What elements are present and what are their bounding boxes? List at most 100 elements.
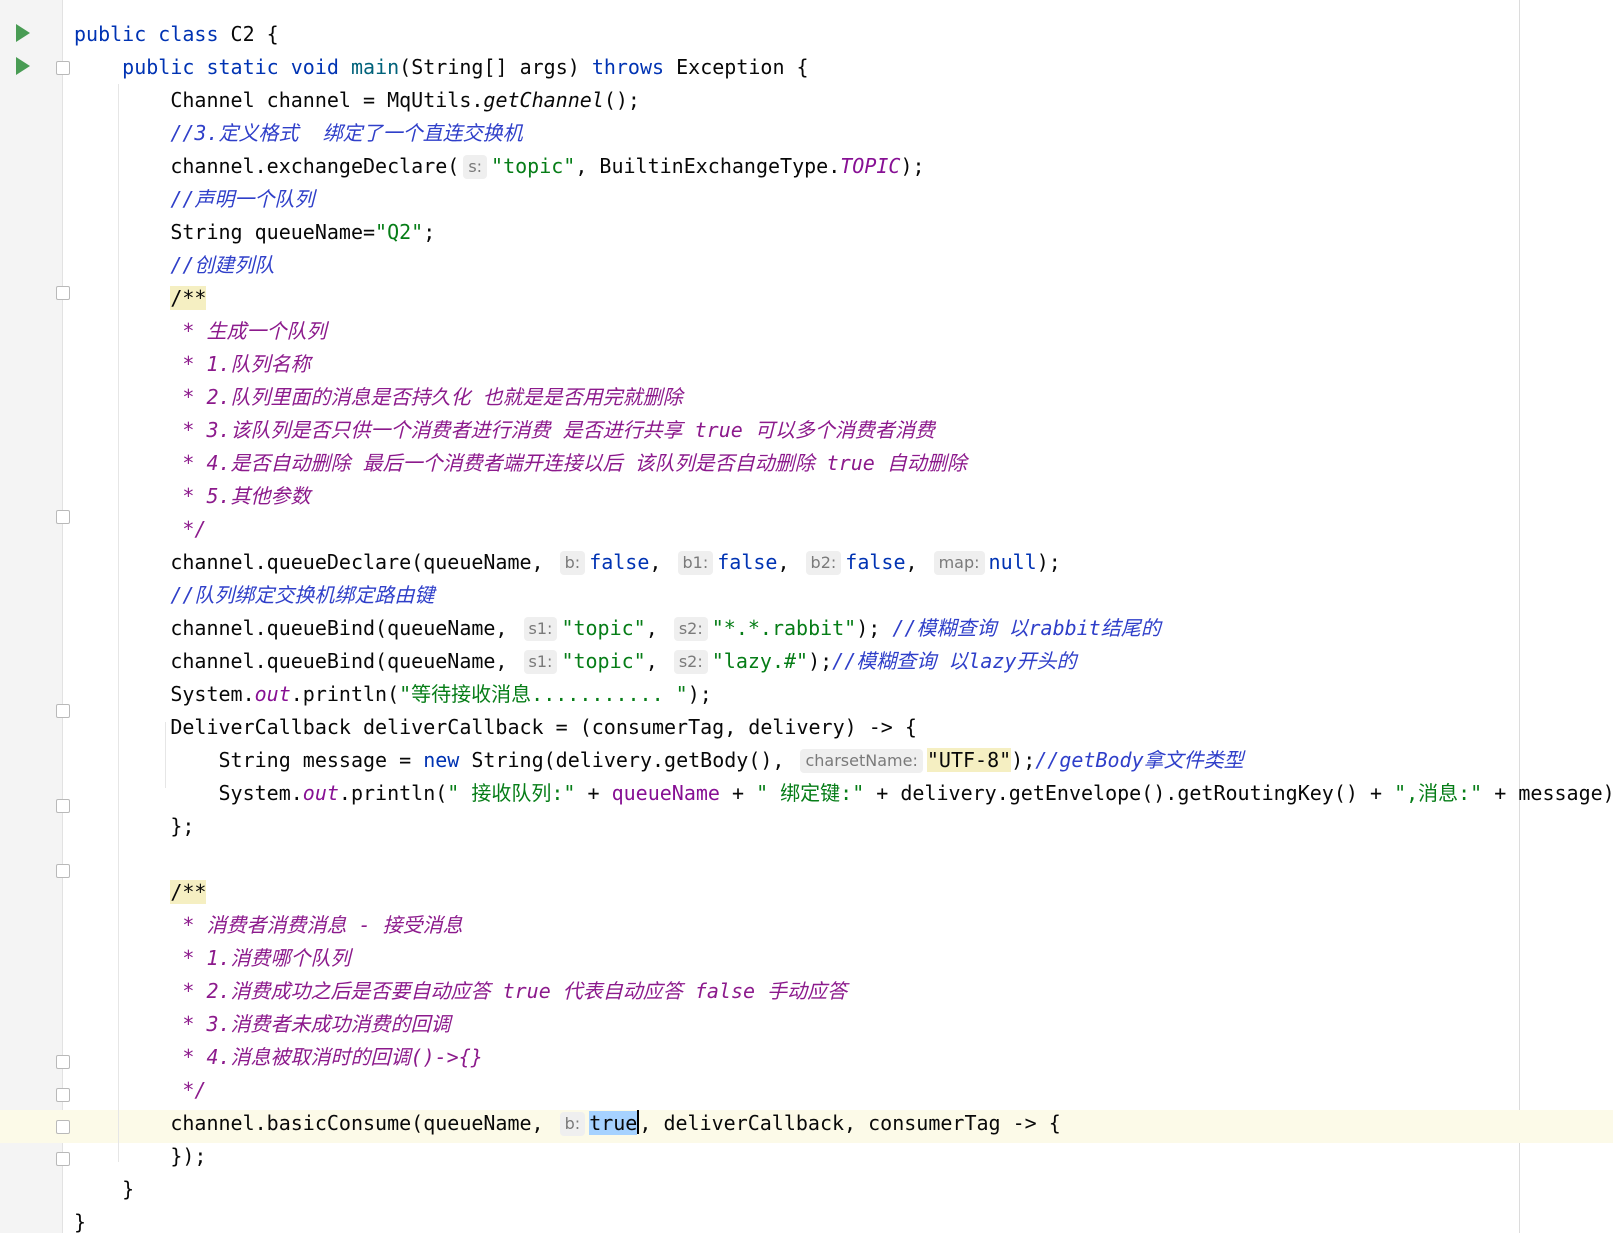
code-line[interactable]: */ <box>74 1074 1613 1107</box>
code-text: C2 { <box>230 22 279 46</box>
code-line[interactable]: //3.定义格式 绑定了一个直连交换机 <box>74 117 1613 150</box>
fold-javadoc-icon[interactable] <box>56 286 70 300</box>
static-field-token: TOPIC <box>840 154 901 178</box>
keyword-token: throws <box>591 55 677 79</box>
javadoc-line: * 4.消息被取消时的回调()->{} <box>170 1045 483 1069</box>
code-line[interactable]: * 1.消费哪个队列 <box>74 942 1613 975</box>
keyword-token: false <box>717 550 778 574</box>
string-literal: "topic" <box>491 154 576 178</box>
parameter-hint: map: <box>933 551 985 575</box>
code-text: Exception { <box>676 55 809 79</box>
code-text: DeliverCallback deliverCallback = (consu… <box>74 715 917 739</box>
fold-end-icon[interactable] <box>56 1055 70 1069</box>
javadoc-line: * 2.消费成功之后是否要自动应答 true 代表自动应答 false 手动应答 <box>170 979 848 1003</box>
code-line[interactable]: System.out.println("等待接收消息........... ")… <box>74 678 1613 711</box>
string-literal: " 接收队列:" <box>447 781 576 805</box>
code-line[interactable]: channel.exchangeDeclare(s: "topic", Built… <box>74 150 1613 183</box>
javadoc-line: * 3.消费者未成功消费的回调 <box>170 1012 451 1036</box>
keyword-token: public <box>74 22 159 46</box>
line-comment: //创建列队 <box>170 253 275 277</box>
line-comment: //模糊查询 以lazy开头的 <box>832 649 1077 673</box>
fold-lambda-icon[interactable] <box>56 704 70 718</box>
fold-end-icon[interactable] <box>56 1120 70 1134</box>
code-line[interactable]: Channel channel = MqUtils.getChannel(); <box>74 84 1613 117</box>
fold-end-icon[interactable] <box>56 1152 70 1166</box>
code-line[interactable]: channel.queueBind(queueName, s1: "topic",… <box>74 612 1613 645</box>
fold-javadoc-icon[interactable] <box>56 864 70 878</box>
code-text: , <box>645 616 670 640</box>
code-line[interactable]: * 1.队列名称 <box>74 348 1613 381</box>
code-line[interactable]: public static void main(String[] args) t… <box>74 51 1613 84</box>
code-line[interactable]: */ <box>74 513 1613 546</box>
string-literal: ",消息:" <box>1394 781 1483 805</box>
fold-end-icon[interactable] <box>56 799 70 813</box>
run-main-icon[interactable] <box>16 57 30 75</box>
parameter-hint: charsetName: <box>800 749 923 773</box>
javadoc-line: * 1.队列名称 <box>170 352 311 376</box>
code-text: String queueName= <box>74 220 376 244</box>
code-line[interactable]: * 5.其他参数 <box>74 480 1613 513</box>
parameter-hint: s1: <box>523 617 558 641</box>
code-text: System. <box>74 781 303 805</box>
code-text: channel.queueDeclare(queueName, <box>74 550 556 574</box>
code-text: + <box>575 781 612 805</box>
code-text: .println( <box>290 682 400 706</box>
code-line[interactable]: channel.basicConsume(queueName, b: true, … <box>74 1107 1613 1140</box>
static-field-token: out <box>302 781 339 805</box>
code-line[interactable]: public class C2 { <box>74 18 1613 51</box>
fold-method-icon[interactable] <box>56 61 70 75</box>
keyword-token: void <box>290 55 351 79</box>
run-class-icon[interactable] <box>16 24 30 42</box>
code-line[interactable]: //创建列队 <box>74 249 1613 282</box>
fold-lambda-icon[interactable] <box>56 1088 70 1102</box>
code-line[interactable]: String message = new String(delivery.get… <box>74 744 1613 777</box>
code-line[interactable]: channel.queueDeclare(queueName, b: false,… <box>74 546 1613 579</box>
code-line[interactable]: channel.queueBind(queueName, s1: "topic",… <box>74 645 1613 678</box>
line-comment: //声明一个队列 <box>170 187 315 211</box>
code-line[interactable]: * 4.消息被取消时的回调()->{} <box>74 1041 1613 1074</box>
code-line[interactable]: //声明一个队列 <box>74 183 1613 216</box>
code-line[interactable]: String queueName="Q2"; <box>74 216 1613 249</box>
code-text: .println( <box>338 781 448 805</box>
javadoc-line: * 2.队列里面的消息是否持久化 也就是是否用完就删除 <box>170 385 683 409</box>
code-line[interactable]: * 4.是否自动删除 最后一个消费者端开连接以后 该队列是否自动删除 true … <box>74 447 1613 480</box>
method-name-token: main <box>350 55 400 79</box>
code-line[interactable]: } <box>74 1206 1613 1239</box>
code-line[interactable] <box>74 843 1613 876</box>
selected-text: true <box>589 1111 638 1135</box>
code-line[interactable]: * 2.队列里面的消息是否持久化 也就是是否用完就删除 <box>74 381 1613 414</box>
code-text: String message = <box>74 748 424 772</box>
javadoc-line: * 5.其他参数 <box>170 484 311 508</box>
code-line[interactable]: * 2.消费成功之后是否要自动应答 true 代表自动应答 false 手动应答 <box>74 975 1613 1008</box>
code-line[interactable]: } <box>74 1173 1613 1206</box>
parameter-hint: b2: <box>805 551 842 575</box>
code-line[interactable]: /** <box>74 282 1613 315</box>
code-line[interactable]: //队列绑定交换机绑定路由键 <box>74 579 1613 612</box>
fold-end-icon[interactable] <box>56 510 70 524</box>
keyword-token: false <box>845 550 906 574</box>
code-line[interactable]: * 消费者消费消息 - 接受消息 <box>74 909 1613 942</box>
code-line[interactable]: /** <box>74 876 1613 909</box>
code-text: (String[] args) <box>399 55 592 79</box>
code-line[interactable]: * 3.消费者未成功消费的回调 <box>74 1008 1613 1041</box>
keyword-token: null <box>988 550 1037 574</box>
javadoc-line: * 4.是否自动删除 最后一个消费者端开连接以后 该队列是否自动删除 true … <box>170 451 967 475</box>
code-text: }); <box>74 1144 207 1168</box>
code-line[interactable]: }; <box>74 810 1613 843</box>
code-line[interactable]: * 生成一个队列 <box>74 315 1613 348</box>
code-text: , deliverCallback, consumerTag -> { <box>639 1111 1061 1135</box>
code-line[interactable]: * 3.该队列是否只供一个消费者进行消费 是否进行共享 true 可以多个消费者… <box>74 414 1613 447</box>
code-line[interactable]: System.out.println(" 接收队列:" + queueName … <box>74 777 1613 810</box>
javadoc-line: * 1.消费哪个队列 <box>170 946 351 970</box>
code-line[interactable]: }); <box>74 1140 1613 1173</box>
code-editor[interactable]: public class C2 { public static void mai… <box>74 18 1613 1239</box>
static-call-token: getChannel <box>483 88 604 112</box>
code-line[interactable]: DeliverCallback deliverCallback = (consu… <box>74 711 1613 744</box>
keyword-token: new <box>423 748 472 772</box>
